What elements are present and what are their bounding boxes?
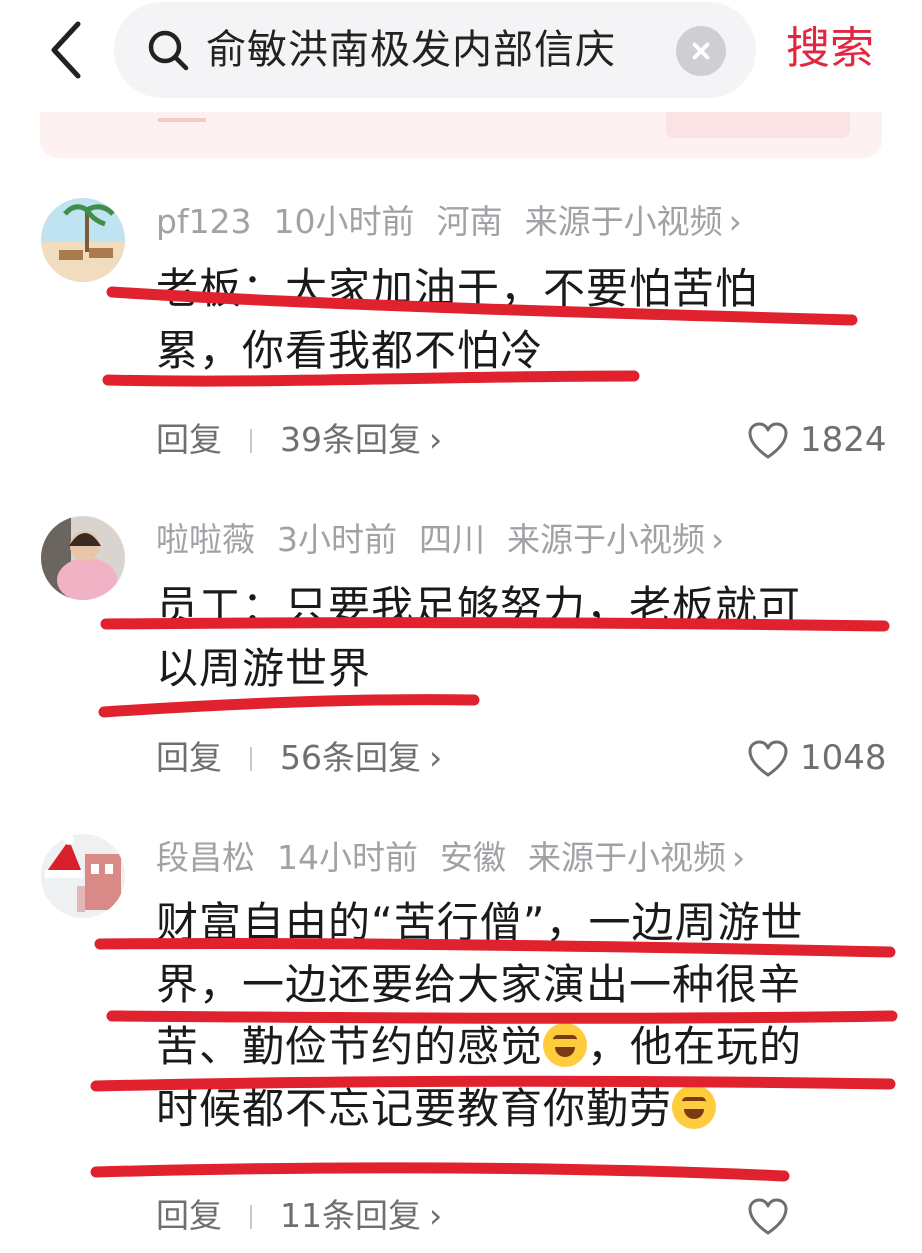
username[interactable]: 段昌松 (156, 838, 255, 877)
reply-button[interactable]: 回复 (156, 738, 222, 777)
chevron-right-icon: › (732, 838, 746, 877)
underline (90, 1162, 790, 1182)
like-count: 1824 (800, 420, 887, 460)
heart-icon (748, 1198, 788, 1235)
comment-line: 累，你看我都不怕冷 (156, 326, 544, 375)
comment-line-part: 苦、勤俭节约的感觉 (156, 1022, 544, 1071)
like-button[interactable]: 1048 (748, 738, 887, 778)
underline (98, 694, 480, 718)
divider (250, 747, 252, 771)
source-link[interactable]: 来源于小视频 (528, 838, 726, 877)
username[interactable]: 啦啦薇 (156, 520, 255, 559)
comment-text: 财富自由的“苦行僧”，一边周游世 界，一边还要给大家演出一种很辛 苦、勤俭节约的… (156, 892, 876, 1140)
search-icon (148, 30, 189, 71)
like-button[interactable] (748, 1196, 800, 1236)
region: 河南 (436, 202, 503, 241)
comment-actions: 回复 56条回复 › (156, 738, 442, 778)
reply-button[interactable]: 回复 (156, 420, 222, 459)
view-replies-link[interactable]: 39条回复 (280, 420, 421, 459)
username[interactable]: pf123 (156, 202, 252, 241)
chevron-right-icon: › (711, 520, 725, 559)
back-arrow-icon[interactable] (38, 18, 94, 82)
comment-line: 以周游世界 (156, 644, 372, 693)
search-query[interactable]: 俞敏洪南极发内部信庆 (206, 26, 616, 74)
comment-line-part: ，他在玩的 (587, 1022, 803, 1071)
view-replies-link[interactable]: 11条回复 (280, 1196, 421, 1235)
chevron-right-icon: › (429, 420, 443, 459)
comment-line: 老板：大家加油干，不要怕苦怕 (156, 264, 759, 313)
search-input[interactable]: 俞敏洪南极发内部信庆 (114, 2, 756, 98)
crying-laughing-emoji (543, 1023, 588, 1067)
region: 安徽 (440, 838, 506, 877)
chevron-right-icon: › (728, 202, 742, 241)
comment-meta: 啦啦薇 3小时前 四川 来源于小视频 › (156, 520, 724, 560)
timestamp: 10小时前 (273, 202, 415, 241)
video-card-edge (40, 112, 882, 158)
timestamp: 3小时前 (277, 520, 397, 559)
reply-button[interactable]: 回复 (156, 1196, 222, 1235)
chevron-right-icon: › (429, 738, 443, 777)
divider (250, 429, 252, 453)
avatar[interactable] (41, 198, 125, 282)
like-count: 1048 (800, 738, 887, 778)
comment-line: 界，一边还要给大家演出一种很辛 (156, 960, 802, 1009)
comment-meta: 段昌松 14小时前 安徽 来源于小视频 › (156, 838, 745, 878)
view-replies-link[interactable]: 56条回复 (280, 738, 421, 777)
like-button[interactable]: 1824 (748, 420, 887, 460)
comment-meta: pf123 10小时前 河南 来源于小视频 › (156, 202, 742, 242)
laughing-emoji (672, 1085, 717, 1129)
divider (158, 118, 206, 122)
comment-line: 员工：只要我足够努力，老板就可 (156, 582, 802, 631)
region: 四川 (419, 520, 485, 559)
source-link[interactable]: 来源于小视频 (525, 202, 723, 241)
comment-text: 老板：大家加油干，不要怕苦怕 累，你看我都不怕冷 (156, 258, 876, 382)
comment-actions: 回复 11条回复 › (156, 1196, 442, 1236)
heart-icon (748, 740, 788, 777)
search-bar: 俞敏洪南极发内部信庆 搜索 (0, 0, 922, 112)
avatar[interactable] (41, 516, 125, 600)
comment-line: 苦、勤俭节约的感觉 ，他在玩的 (156, 1016, 876, 1078)
comment-line-part: 时候都不忘记要教育你勤劳 (156, 1084, 673, 1133)
chevron-right-icon: › (429, 1196, 443, 1235)
comment-actions: 回复 39条回复 › (156, 420, 442, 460)
comment-line: 时候都不忘记要教育你勤劳 (156, 1078, 876, 1140)
search-button[interactable]: 搜索 (786, 22, 874, 76)
comment-line: 财富自由的“苦行僧”，一边周游世 (156, 898, 804, 947)
clear-icon[interactable] (676, 26, 726, 76)
card-button-edge (666, 112, 850, 138)
comment-text: 员工：只要我足够努力，老板就可 以周游世界 (156, 576, 876, 700)
avatar[interactable] (41, 834, 125, 918)
heart-icon (748, 422, 788, 459)
divider (250, 1205, 252, 1229)
source-link[interactable]: 来源于小视频 (507, 520, 705, 559)
timestamp: 14小时前 (277, 838, 418, 877)
